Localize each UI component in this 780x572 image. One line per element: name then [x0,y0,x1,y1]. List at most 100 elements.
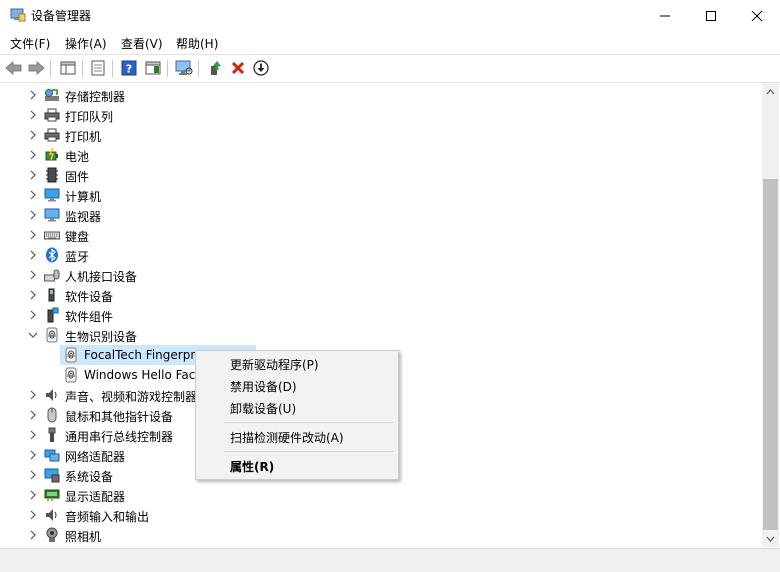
uninstall-x-icon [231,61,245,75]
tree-category-firmware[interactable]: 固件 [0,165,762,185]
tree-category-human-interface-devices[interactable]: 人机接口设备 [0,265,762,285]
help-toolbar-button[interactable]: ? [119,58,139,78]
menu-help[interactable]: 帮助(H) [176,35,218,52]
chevron-right-icon[interactable] [28,230,38,240]
tree-category-print-queues[interactable]: 打印队列 [0,105,762,125]
scroll-thumb[interactable] [763,179,778,530]
chevron-right-icon[interactable] [28,310,38,320]
cm-properties[interactable]: 属性(R) [196,454,398,476]
back-button[interactable] [4,58,24,78]
tree-category-label: 打印机 [65,130,102,144]
chevron-right-icon[interactable] [28,490,38,500]
tree-category-printers[interactable]: 打印机 [0,125,762,145]
menu-action[interactable]: 操作(A) [65,35,107,52]
chevron-right-icon[interactable] [28,270,38,280]
tree-category-label: 计算机 [65,190,102,204]
tree-category-audio-inputs-outputs[interactable]: 音频输入和输出 [0,505,762,525]
update-driver-toolbar-button[interactable] [205,58,225,78]
toolbar-separator [112,60,113,77]
menu-bar: 文件(F) 操作(A) 查看(V) 帮助(H) [0,31,780,54]
chevron-right-icon[interactable] [28,510,38,520]
context-menu: 更新驱动程序(P) 禁用设备(D) 卸载设备(U) 扫描检测硬件改动(A) 属性… [195,350,399,480]
minimize-button[interactable] [642,0,688,31]
show-hide-console-tree-button[interactable] [58,58,78,78]
tree-category-label: 照相机 [65,530,102,544]
chevron-right-icon[interactable] [28,130,38,140]
tree-category-software-components[interactable]: 软件组件 [0,305,762,325]
action-pane-button[interactable] [143,58,163,78]
toolbar-separator [198,60,199,77]
tree-category-bluetooth[interactable]: 蓝牙 [0,245,762,265]
toolbar-separator [50,60,51,77]
chevron-right-icon[interactable] [28,290,38,300]
uninstall-toolbar-button[interactable] [228,58,248,78]
tree-category-label: 键盘 [65,230,90,244]
tree-category-label: 软件设备 [65,290,114,304]
storage-controller-icon [45,89,59,101]
tree-category-label: 蓝牙 [65,250,90,264]
usb-icon [48,427,56,442]
firmware-icon [46,167,58,183]
tree-category-computer[interactable]: 计算机 [0,185,762,205]
forward-arrow-icon [28,61,45,75]
tree-category-label: 声音、视频和游戏控制器 [65,390,198,404]
help-icon: ? [121,60,137,76]
menu-file[interactable]: 文件(F) [10,35,50,52]
chevron-down-icon [766,536,775,542]
tree-category-keyboards[interactable]: 键盘 [0,225,762,245]
keyboard-icon [44,231,60,240]
chevron-right-icon[interactable] [28,450,38,460]
maximize-button[interactable] [688,0,734,31]
close-button[interactable] [734,0,780,31]
cm-separator [224,451,394,452]
chevron-right-icon[interactable] [28,430,38,440]
chevron-up-icon [766,88,775,94]
software-device-icon [48,288,55,302]
vertical-scrollbar[interactable] [762,83,779,547]
tree-category-storage-controllers[interactable]: 存储控制器 [0,85,762,105]
cm-scan-hardware-label: 扫描检测硬件改动(A) [230,431,344,445]
chevron-right-icon[interactable] [28,190,38,200]
cm-update-driver[interactable]: 更新驱动程序(P) [196,352,398,374]
scan-hardware-toolbar-button[interactable] [174,58,194,78]
chevron-right-icon[interactable] [28,250,38,260]
chevron-right-icon[interactable] [28,410,38,420]
cm-uninstall-device[interactable]: 卸载设备(U) [196,396,398,418]
tree-category-software-devices[interactable]: 软件设备 [0,285,762,305]
chevron-right-icon[interactable] [28,210,38,220]
forward-button[interactable] [26,58,46,78]
scan-monitor-icon [175,60,193,75]
close-icon [751,10,763,21]
tree-category-display-adapters[interactable]: 显示适配器 [0,485,762,505]
tree-category-batteries[interactable]: 电池 [0,145,762,165]
software-component-icon [47,307,59,323]
menu-view[interactable]: 查看(V) [121,35,163,52]
audio-io-icon [46,509,57,521]
tree-category-label: 电池 [65,150,90,164]
chevron-right-icon[interactable] [28,170,38,180]
chevron-right-icon[interactable] [28,110,38,120]
tree-category-biometric-devices[interactable]: 生物识别设备 [0,325,762,345]
cm-scan-hardware[interactable]: 扫描检测硬件改动(A) [196,425,398,447]
tree-category-label: 打印队列 [65,110,114,124]
tree-category-monitors[interactable]: 监视器 [0,205,762,225]
properties-toolbar-button[interactable] [88,58,108,78]
scroll-down-button[interactable] [762,530,779,547]
chevron-right-icon[interactable] [28,150,38,160]
enable-device-toolbar-button[interactable] [251,58,271,78]
chevron-right-icon[interactable] [28,470,38,480]
chevron-down-icon[interactable] [28,330,38,340]
chevron-right-icon[interactable] [28,530,38,540]
cm-separator [224,422,394,423]
fingerprint-icon [65,347,77,363]
toolbar-separator [82,60,83,77]
scroll-up-button[interactable] [762,83,779,100]
chevron-right-icon[interactable] [28,90,38,100]
cm-disable-device[interactable]: 禁用设备(D) [196,374,398,396]
display-adapter-icon [44,489,60,501]
window-title: 设备管理器 [31,9,92,23]
cm-update-driver-label: 更新驱动程序(P) [230,358,319,372]
system-device-icon [44,468,60,483]
chevron-right-icon[interactable] [28,390,38,400]
tree-category-cameras[interactable]: 照相机 [0,525,762,545]
